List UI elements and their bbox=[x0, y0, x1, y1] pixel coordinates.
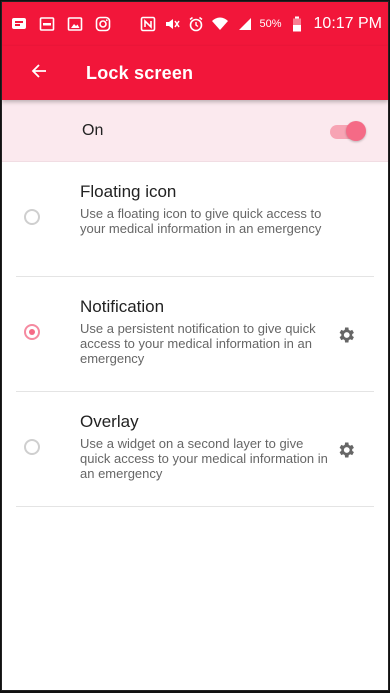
option-title: Overlay bbox=[80, 412, 139, 431]
alarm-icon bbox=[187, 15, 205, 33]
option-overlay[interactable]: Overlay Use a widget on a second layer t… bbox=[16, 392, 374, 507]
option-description: Use a widget on a second layer to give q… bbox=[80, 436, 328, 481]
status-bar-notifications bbox=[10, 15, 112, 33]
status-time: 10:17 PM bbox=[313, 15, 382, 32]
image-icon bbox=[66, 15, 84, 33]
wifi-icon bbox=[211, 15, 229, 33]
option-title: Notification bbox=[80, 297, 165, 316]
signal-icon bbox=[235, 15, 253, 33]
phone-screen: 50% 10:17 PM Lock screen On Floating ico… bbox=[1, 1, 389, 691]
app-bar: Lock screen bbox=[2, 46, 388, 100]
battery-icon bbox=[288, 15, 306, 33]
toggle-label: On bbox=[82, 121, 104, 139]
page-title: Lock screen bbox=[86, 62, 194, 83]
switch-thumb bbox=[346, 120, 366, 141]
radio-notification[interactable] bbox=[24, 324, 40, 340]
instagram-icon bbox=[94, 15, 112, 33]
radio-floating-icon[interactable] bbox=[24, 209, 40, 225]
battery-percent: 50% bbox=[259, 18, 282, 30]
app-icon bbox=[38, 15, 56, 33]
nfc-icon bbox=[139, 15, 157, 33]
option-title: Floating icon bbox=[80, 182, 177, 201]
option-floating-icon[interactable]: Floating icon Use a floating icon to giv… bbox=[16, 162, 374, 277]
status-bar: 50% 10:17 PM bbox=[2, 2, 388, 46]
lock-screen-switch[interactable] bbox=[330, 120, 366, 142]
options-list: Floating icon Use a floating icon to giv… bbox=[2, 162, 388, 507]
option-notification[interactable]: Notification Use a persistent notificati… bbox=[16, 277, 374, 392]
back-arrow-icon bbox=[30, 62, 48, 85]
mute-icon bbox=[163, 15, 181, 33]
radio-overlay[interactable] bbox=[24, 439, 40, 455]
option-description: Use a floating icon to give quick access… bbox=[80, 206, 322, 236]
notification-settings-gear-icon[interactable] bbox=[336, 325, 356, 345]
option-description: Use a persistent notification to give qu… bbox=[80, 321, 316, 366]
back-button[interactable] bbox=[14, 46, 64, 100]
message-icon bbox=[10, 15, 28, 33]
lock-screen-toggle-row[interactable]: On bbox=[2, 100, 388, 162]
overlay-settings-gear-icon[interactable] bbox=[336, 440, 356, 460]
status-bar-system: 50% 10:17 PM bbox=[139, 15, 382, 33]
